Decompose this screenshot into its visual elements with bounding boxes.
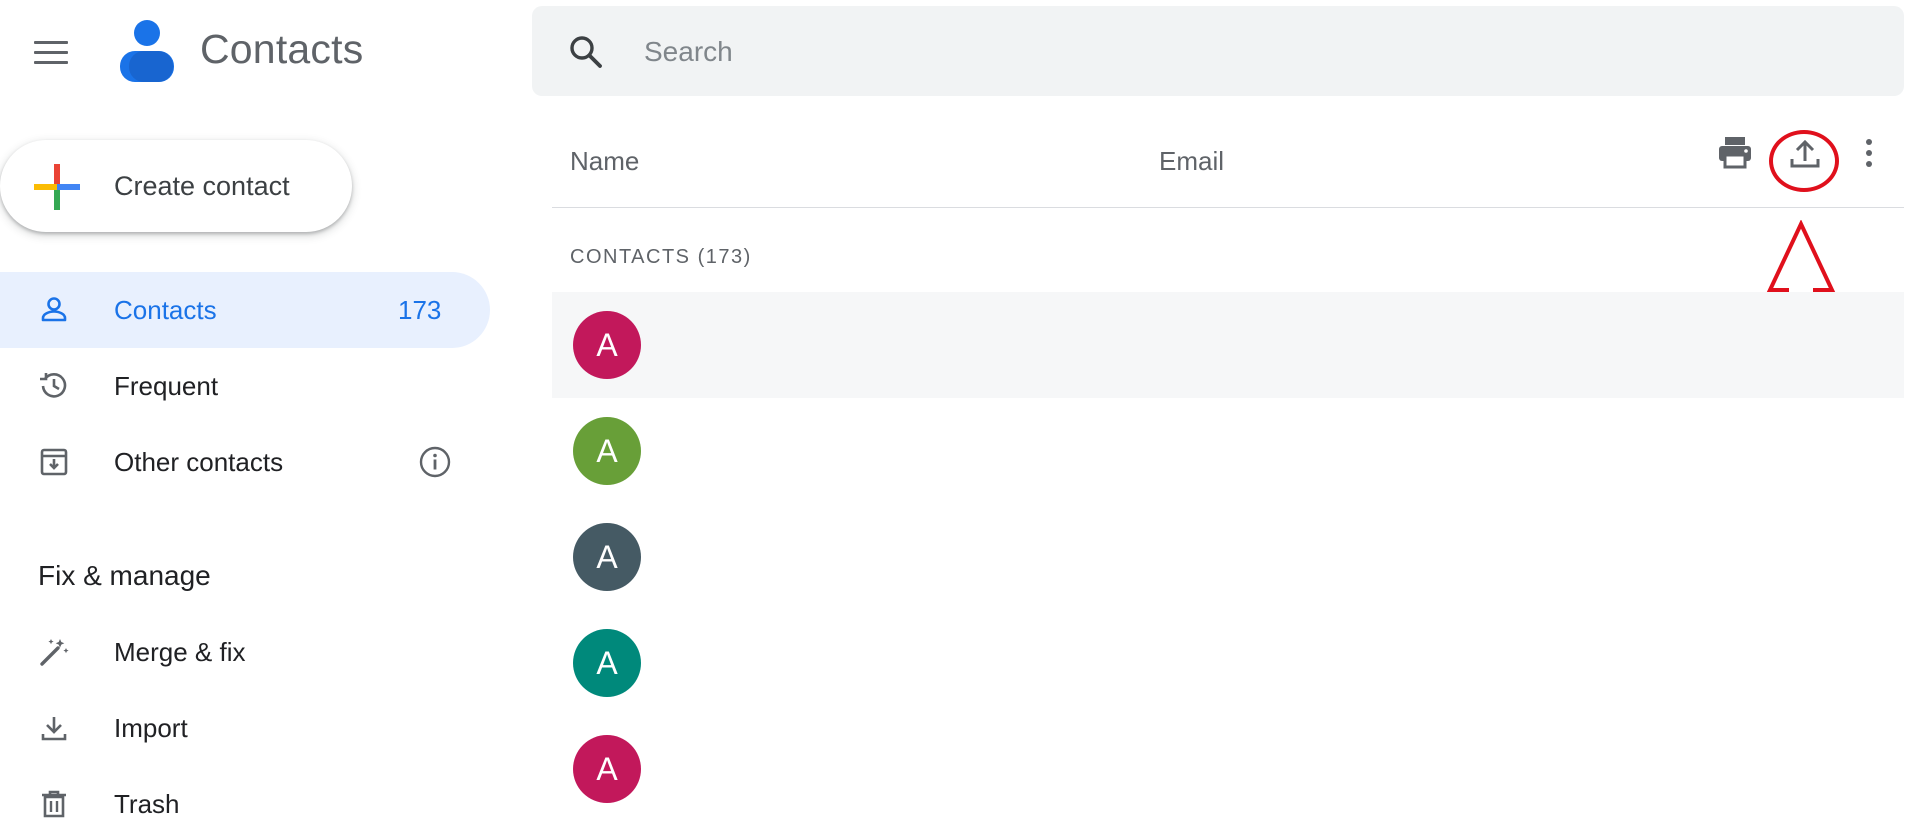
trash-icon (42, 790, 66, 818)
contacts-count: 173 (398, 294, 442, 325)
create-contact-button[interactable]: Create contact (0, 140, 352, 232)
print-icon[interactable] (1715, 133, 1755, 173)
contact-row[interactable]: A (552, 504, 1904, 610)
sidebar-item-frequent[interactable]: Frequent (0, 348, 490, 424)
manage-nav: Merge & fix Import Trash (0, 614, 490, 840)
menu-bar (34, 50, 68, 54)
sidebar-nav: Contacts 173 Frequent Other contacts (0, 272, 490, 500)
menu-bar (34, 40, 68, 44)
sidebar-item-merge-fix[interactable]: Merge & fix (0, 614, 490, 690)
sidebar-item-import[interactable]: Import (0, 690, 490, 766)
search-bar (532, 6, 1904, 96)
fix-manage-heading: Fix & manage (38, 560, 211, 591)
sidebar-item-contacts[interactable]: Contacts 173 (0, 272, 490, 348)
avatar: A (573, 311, 641, 379)
archive-download-icon (40, 448, 68, 476)
avatar: A (573, 629, 641, 697)
search-icon[interactable] (568, 34, 604, 70)
more-vert-icon[interactable] (1849, 133, 1889, 173)
sidebar-item-label: Contacts (114, 294, 217, 325)
colored-plus-icon (34, 164, 80, 210)
magic-wand-icon (40, 639, 69, 666)
main-menu-button[interactable] (34, 34, 78, 70)
search-input[interactable] (644, 30, 1844, 74)
contacts-group-heading: CONTACTS (173) (570, 246, 752, 268)
sidebar-item-label: Other contacts (114, 446, 284, 477)
sidebar-item-label: Frequent (114, 370, 219, 401)
column-name-header[interactable]: Name (570, 146, 639, 177)
menu-bar (34, 60, 68, 64)
contact-row[interactable]: A (552, 610, 1904, 716)
person-icon (41, 297, 67, 322)
avatar: A (573, 417, 641, 485)
contacts-list: A A A A A (552, 292, 1904, 822)
avatar: A (573, 735, 641, 803)
contacts-logo-icon (120, 20, 174, 82)
download-icon (41, 717, 67, 741)
sidebar-item-other-contacts[interactable]: Other contacts (0, 424, 490, 500)
sidebar-item-label: Import (114, 712, 188, 743)
contact-row[interactable]: A (552, 292, 1904, 398)
sidebar-item-label: Trash (114, 788, 180, 819)
avatar: A (573, 523, 641, 591)
sidebar-item-label: Merge & fix (114, 636, 246, 667)
sidebar-item-trash[interactable]: Trash (0, 766, 490, 840)
annotation-circle (1769, 130, 1839, 192)
app-title: Contacts (200, 26, 364, 72)
info-icon[interactable] (418, 445, 452, 479)
column-email-header[interactable]: Email (1159, 146, 1224, 177)
create-contact-label: Create contact (114, 170, 290, 201)
table-header: Name Email (552, 120, 1904, 208)
contact-row[interactable]: A (552, 716, 1904, 822)
history-icon (40, 373, 67, 398)
contact-row[interactable]: A (552, 398, 1904, 504)
